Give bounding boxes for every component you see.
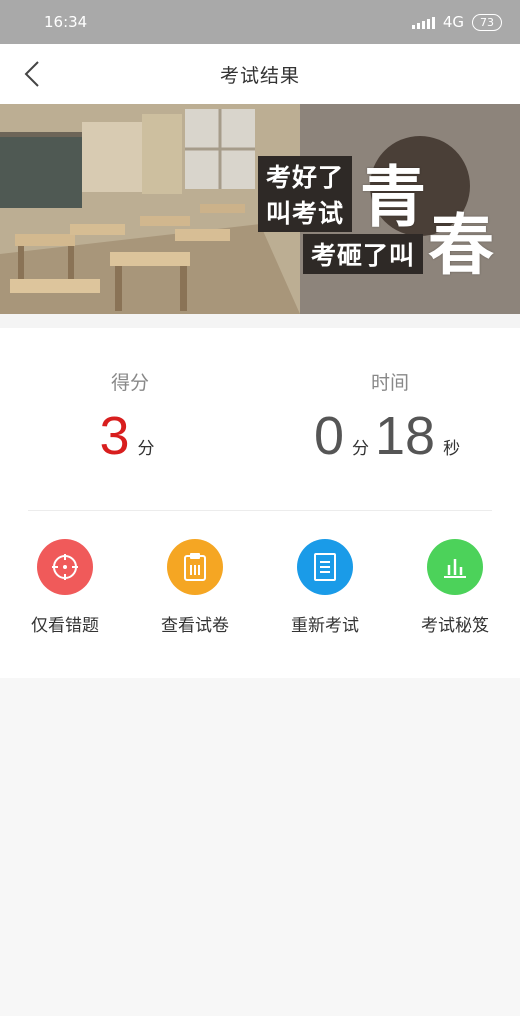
time-value-row: 0 分 18 秒 <box>314 409 466 463</box>
network-type: 4G <box>442 13 464 31</box>
wrong-only-button[interactable]: 仅看错题 <box>0 539 130 636</box>
battery-level: 73 <box>480 15 494 29</box>
exam-tips-button[interactable]: 考试秘笈 <box>390 539 520 636</box>
retake-exam-button[interactable]: 重新考试 <box>260 539 390 636</box>
document-icon <box>297 539 353 595</box>
score-label: 得分 <box>110 372 149 394</box>
clipboard-icon <box>167 539 223 595</box>
slogan-line-1: 考好了 <box>258 156 353 196</box>
result-stats: 得分 3 分 时间 0 分 18 秒 <box>0 328 520 510</box>
exam-tips-label: 考试秘笈 <box>421 616 489 636</box>
time-stat: 时间 0 分 18 秒 <box>260 328 520 510</box>
time-label: 时间 <box>370 372 409 394</box>
score-value: 3 <box>99 406 130 466</box>
result-card: 得分 3 分 时间 0 分 18 秒 仅看错题 查看试卷 重新考试 考试秘笈 <box>0 328 520 678</box>
status-indicators: 4G 73 <box>411 13 502 31</box>
view-paper-label: 查看试卷 <box>161 616 229 636</box>
bar-chart-icon <box>427 539 483 595</box>
target-icon <box>37 539 93 595</box>
score-unit: 分 <box>137 439 155 459</box>
action-grid: 仅看错题 查看试卷 重新考试 考试秘笈 <box>0 511 520 636</box>
time-minute-unit: 分 <box>351 439 369 459</box>
wrong-only-label: 仅看错题 <box>31 616 99 636</box>
score-value-row: 3 分 <box>99 409 160 463</box>
slogan-big-char-1: 青 <box>360 158 426 236</box>
time-seconds: 18 <box>374 406 436 466</box>
battery-icon: 73 <box>472 13 502 31</box>
time-second-unit: 秒 <box>443 439 461 459</box>
status-bar: 16:34 4G 73 <box>0 0 520 44</box>
view-paper-button[interactable]: 查看试卷 <box>130 539 260 636</box>
time-minutes: 0 <box>313 406 344 466</box>
status-time: 16:34 <box>44 13 88 31</box>
nav-bar: 考试结果 <box>0 44 520 104</box>
retake-exam-label: 重新考试 <box>291 616 359 636</box>
signal-icon <box>411 15 435 29</box>
chevron-left-icon <box>24 61 39 87</box>
slogan-line-3: 考砸了叫 <box>303 234 424 274</box>
slogan-big-char-2: 春 <box>428 206 494 284</box>
back-button[interactable] <box>14 56 50 92</box>
score-stat: 得分 3 分 <box>0 328 260 510</box>
slogan-line-2: 叫考试 <box>258 192 353 232</box>
banner-image: 考好了 叫考试 考砸了叫 青 春 <box>0 104 520 314</box>
page-title: 考试结果 <box>219 64 300 87</box>
section-gap <box>0 314 520 328</box>
